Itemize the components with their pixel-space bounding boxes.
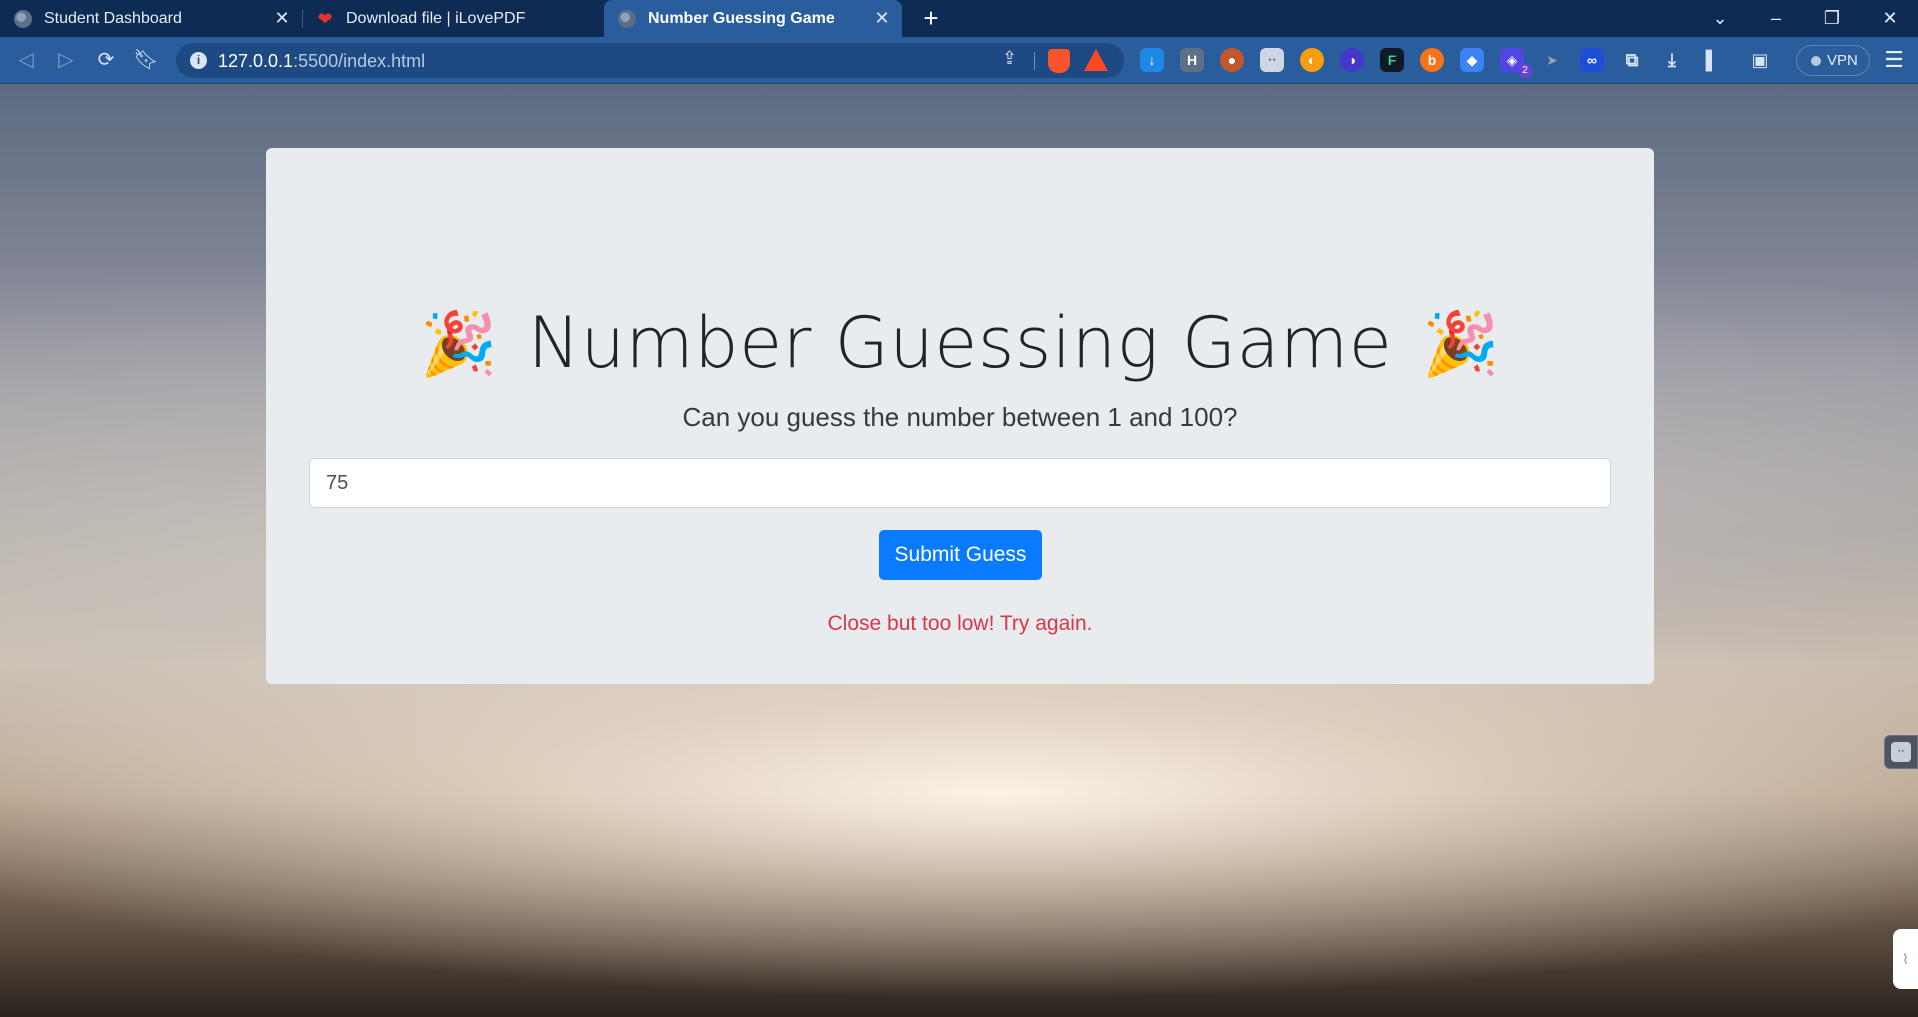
heart-icon: ❤ <box>317 8 333 29</box>
h-extension-icon[interactable]: H <box>1180 48 1204 72</box>
green-extension-icon[interactable]: F <box>1380 48 1404 72</box>
infinity-extension-icon[interactable]: ∞ <box>1580 48 1604 72</box>
globe-icon <box>618 9 636 28</box>
address-bar[interactable]: i 127.0.0.1:5500/index.html ⇪ <box>176 43 1124 78</box>
url-host: 127.0.0.1 <box>218 51 294 71</box>
b-extension-icon[interactable]: b <box>1420 48 1444 72</box>
bookmark-icon[interactable]: 🔖︎ <box>130 44 162 76</box>
browser-toolbar: ◁ ▷ ⟳ 🔖︎ i 127.0.0.1:5500/index.html ⇪ ↓… <box>0 37 1918 84</box>
face-icon: ᐧᐧ <box>1891 742 1911 762</box>
url-path: :5500/index.html <box>293 51 426 71</box>
minimize-icon[interactable]: – <box>1748 0 1804 37</box>
page-viewport: 🎉 Number Guessing Game 🎉 Can you guess the… <box>0 84 1918 1017</box>
tab-number-guessing-game[interactable]: Number Guessing Game ✕ <box>604 0 902 37</box>
blue-circle-extension-icon[interactable]: ◑ <box>1340 48 1364 72</box>
party-popper-icon: 🎉 <box>420 307 498 380</box>
tab-ilovepdf[interactable]: ❤ Download file | iLovePDF <box>302 0 604 37</box>
arrow-extension-icon[interactable]: ➤ <box>1540 48 1564 72</box>
tab-strip: Student Dashboard ✕ ❤ Download file | iL… <box>0 0 1918 37</box>
hamburger-menu-icon[interactable]: ☰ <box>1880 45 1908 75</box>
puzzle-icon[interactable]: ⧉ <box>1620 48 1644 72</box>
share-icon[interactable]: ⇪ <box>1002 48 1017 69</box>
brave-rewards-icon[interactable] <box>1084 49 1108 71</box>
tab-title: Number Guessing Game <box>648 9 835 27</box>
sidebar-icon[interactable]: ▌ <box>1700 48 1724 72</box>
face-extension-icon[interactable]: ᐧᐧ <box>1260 48 1284 72</box>
new-tab-button[interactable]: + <box>916 3 946 33</box>
vpn-button[interactable]: VPN <box>1796 45 1870 76</box>
tab-title: Download file | iLovePDF <box>346 9 526 27</box>
submit-guess-button[interactable]: Submit Guess <box>879 530 1042 580</box>
reload-icon[interactable]: ⟳ <box>90 44 122 76</box>
game-subtitle: Can you guess the number between 1 and 1… <box>682 402 1238 432</box>
window-close-icon[interactable]: ✕ <box>1862 0 1918 37</box>
orange-extension-icon[interactable]: ◐ <box>1300 48 1324 72</box>
restore-icon[interactable]: ❐ <box>1804 0 1860 37</box>
party-popper-icon: 🎉 <box>1422 307 1500 380</box>
close-icon[interactable]: ✕ <box>270 8 294 29</box>
tab-title: Student Dashboard <box>44 9 182 27</box>
tab-search-chevron-icon[interactable]: ⌄ <box>1692 0 1748 37</box>
divider <box>1034 52 1035 70</box>
vpn-status-icon <box>1811 56 1821 66</box>
game-title: Number Guessing Game <box>527 302 1393 384</box>
wallet-icon[interactable]: ▣ <box>1748 48 1772 72</box>
page-title: 🎉 Number Guessing Game 🎉 <box>266 298 1654 389</box>
side-panel-handle-icon[interactable]: ⌇ <box>1893 929 1918 989</box>
feedback-message: Close but too low! Try again. <box>827 612 1093 635</box>
cube-extension-icon[interactable]: ◆ <box>1460 48 1484 72</box>
floating-extension-widget[interactable]: ᐧᐧ <box>1884 735 1918 769</box>
forward-icon[interactable]: ▷ <box>50 44 82 76</box>
close-icon[interactable]: ✕ <box>870 8 894 29</box>
extension-badge: 2 <box>1518 64 1532 78</box>
site-info-icon[interactable]: i <box>190 52 207 69</box>
tab-student-dashboard[interactable]: Student Dashboard ✕ <box>0 0 302 37</box>
game-card: 🎉 Number Guessing Game 🎉 Can you guess the… <box>266 148 1654 684</box>
guess-input[interactable] <box>309 458 1611 508</box>
back-icon[interactable]: ◁ <box>10 44 42 76</box>
globe-icon <box>14 9 32 28</box>
film-extension-icon[interactable]: ● <box>1220 48 1244 72</box>
downloads-icon[interactable]: ⤓ <box>1660 48 1684 72</box>
download-extension-icon[interactable]: ↓ <box>1140 48 1164 72</box>
url-text[interactable]: 127.0.0.1:5500/index.html <box>218 51 425 72</box>
brave-shields-icon[interactable] <box>1048 49 1070 73</box>
vpn-label: VPN <box>1827 52 1858 69</box>
